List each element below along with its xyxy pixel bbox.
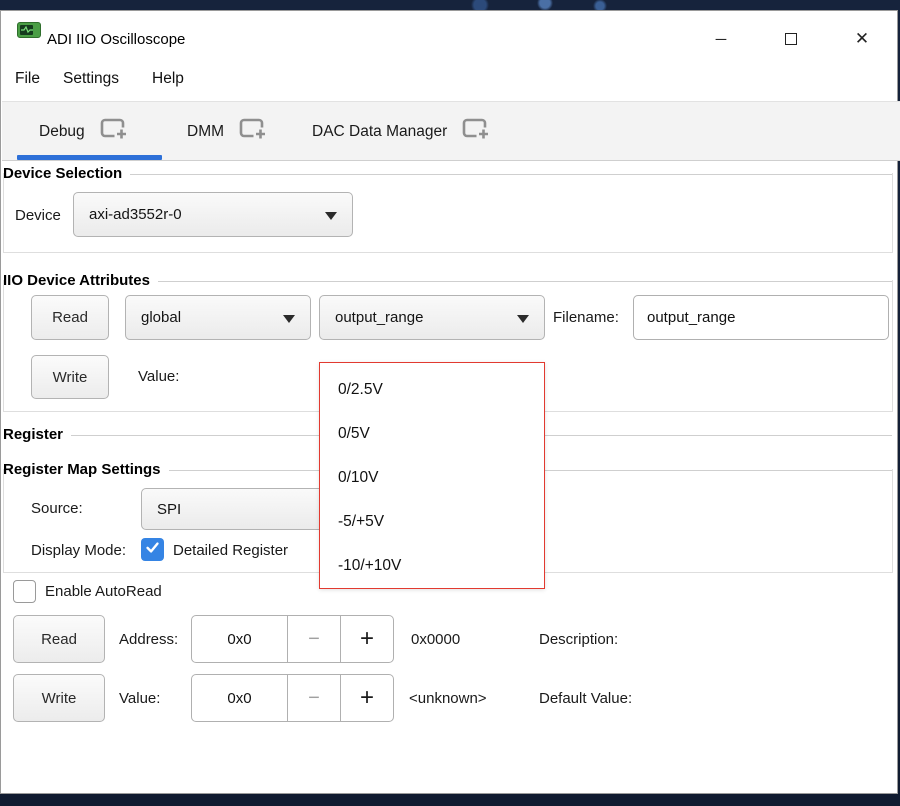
close-button[interactable]: ✕ (845, 25, 879, 53)
address-readout: 0x0000 (411, 631, 460, 648)
chevron-down-icon (517, 315, 529, 323)
register-write-button-label: Write (42, 690, 77, 707)
check-icon (144, 539, 161, 561)
register-value-label: Value: (119, 690, 160, 707)
value-spinbox: − + (191, 674, 394, 722)
source-label: Source: (31, 500, 83, 517)
enable-autoread-checkbox[interactable] (13, 580, 36, 603)
app-icon (17, 22, 41, 43)
tab-debug[interactable]: Debug (39, 111, 129, 153)
dropdown-option[interactable]: -5/+5V (320, 500, 544, 544)
dropdown-option[interactable]: 0/5V (320, 412, 544, 456)
device-combobox[interactable]: axi-ad3552r-0 (73, 192, 353, 237)
close-icon: ✕ (855, 29, 869, 49)
default-value-label: Default Value: (539, 690, 632, 707)
minus-button[interactable]: − (287, 615, 341, 663)
minimize-icon: ─ (716, 31, 727, 48)
enable-autoread-label: Enable AutoRead (45, 583, 162, 600)
section-title: Register Map Settings (3, 461, 161, 478)
register-write-button[interactable]: Write (13, 674, 105, 722)
tab-dmm[interactable]: DMM (187, 111, 268, 153)
chevron-down-icon (325, 212, 337, 220)
tab-dac-label: DAC Data Manager (312, 123, 447, 141)
maximize-button[interactable] (774, 25, 808, 53)
plus-button[interactable]: + (340, 615, 394, 663)
window-title: ADI IIO Oscilloscope (47, 31, 185, 48)
filename-label: Filename: (553, 309, 619, 326)
menu-settings[interactable]: Settings (63, 70, 119, 88)
detailed-register-checkbox[interactable] (141, 538, 164, 561)
add-plot-icon[interactable] (462, 117, 491, 147)
attr-name-combobox-value: output_range (335, 309, 423, 326)
attr-group-combobox[interactable]: global (125, 295, 311, 340)
section-title: Device Selection (3, 165, 122, 182)
plus-button[interactable]: + (340, 674, 394, 722)
attr-read-button[interactable]: Read (31, 295, 109, 340)
output-range-dropdown-popup: 0/2.5V 0/5V 0/10V -5/+5V -10/+10V (319, 362, 545, 589)
attr-write-button[interactable]: Write (31, 355, 109, 399)
address-spinbox-input[interactable] (191, 615, 288, 663)
section-title: IIO Device Attributes (3, 272, 150, 289)
attr-name-combobox[interactable]: output_range (319, 295, 545, 340)
active-tab-indicator (17, 155, 162, 160)
filename-input[interactable] (633, 295, 889, 340)
detailed-register-label: Detailed Register (173, 542, 288, 559)
section-rule (130, 174, 892, 175)
dropdown-option[interactable]: 0/2.5V (320, 368, 544, 412)
menu-help[interactable]: Help (152, 70, 184, 88)
section-iio-attributes: IIO Device Attributes (3, 271, 892, 289)
attr-write-button-label: Write (53, 369, 88, 386)
section-rule (158, 281, 892, 282)
attr-read-button-label: Read (52, 309, 88, 326)
address-label: Address: (119, 631, 178, 648)
chevron-down-icon (283, 315, 295, 323)
value-readout: <unknown> (409, 690, 487, 707)
register-read-button-label: Read (41, 631, 77, 648)
app-window: ADI IIO Oscilloscope ─ ✕ File Settings H… (0, 10, 898, 794)
desktop-background: ADI IIO Oscilloscope ─ ✕ File Settings H… (0, 0, 900, 806)
add-plot-icon[interactable] (239, 117, 268, 147)
maximize-icon (785, 33, 797, 45)
device-combobox-value: axi-ad3552r-0 (89, 206, 182, 223)
attr-group-combobox-value: global (141, 309, 181, 326)
device-label: Device (15, 207, 61, 224)
minus-button[interactable]: − (287, 674, 341, 722)
value-spinbox-input[interactable] (191, 674, 288, 722)
tab-debug-label: Debug (39, 123, 85, 141)
register-read-button[interactable]: Read (13, 615, 105, 663)
dropdown-option[interactable]: -10/+10V (320, 544, 544, 588)
tab-dac-data-manager[interactable]: DAC Data Manager (312, 111, 491, 153)
tab-dmm-label: DMM (187, 123, 224, 141)
menu-file[interactable]: File (15, 70, 40, 88)
description-label: Description: (539, 631, 618, 648)
add-plot-icon[interactable] (100, 117, 129, 147)
attr-value-label: Value: (138, 368, 179, 385)
source-combobox-value: SPI (157, 501, 181, 518)
minimize-button[interactable]: ─ (704, 25, 738, 53)
display-mode-label: Display Mode: (31, 542, 126, 559)
section-device-selection: Device Selection (3, 164, 892, 182)
dropdown-option[interactable]: 0/10V (320, 456, 544, 500)
section-title: Register (3, 426, 63, 443)
address-spinbox: − + (191, 615, 394, 663)
